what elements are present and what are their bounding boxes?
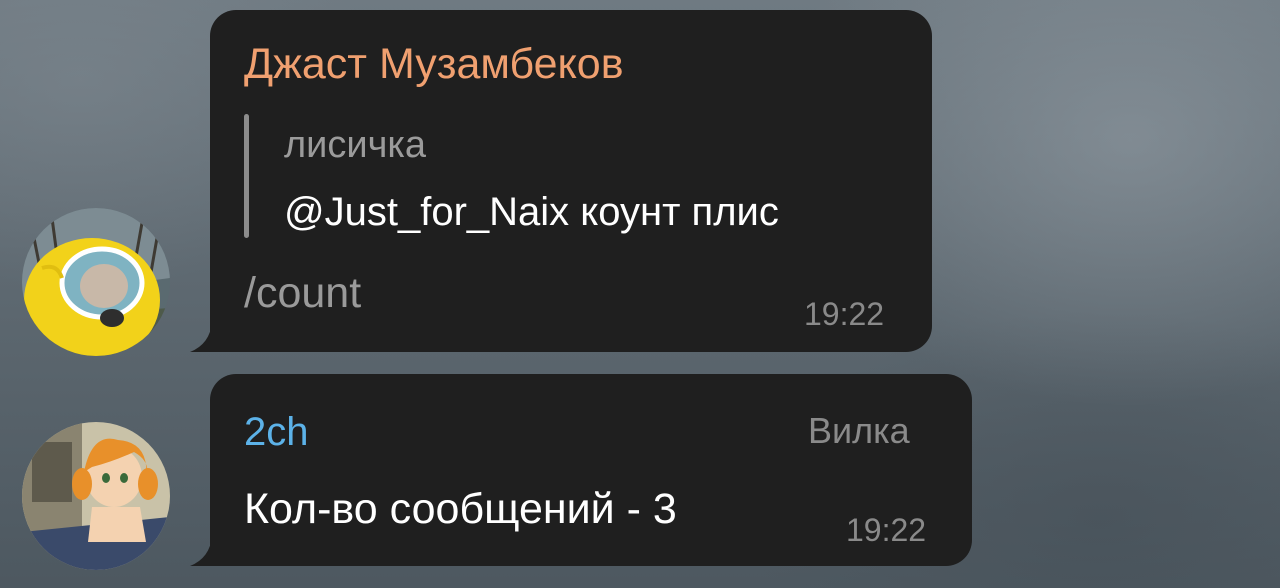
user-avatar[interactable] (22, 422, 170, 570)
sender-name[interactable]: Джаст Музамбеков (244, 43, 624, 86)
message-text: /count (244, 269, 362, 317)
sender-name[interactable]: 2ch (244, 412, 309, 452)
reply-preview[interactable]: лисичка @Just_for_Naix коунт плис (244, 114, 904, 238)
chat-history[interactable]: Джаст Музамбеков лисичка @Just_for_Naix … (0, 0, 1280, 588)
avatar-image (22, 422, 170, 570)
avatar-image (22, 208, 170, 356)
admin-title: Вилка (808, 410, 910, 451)
message-row: 2ch Вилка Кол-во сообщений - 3 19:22 (0, 360, 1280, 588)
user-avatar[interactable] (22, 208, 170, 356)
reply-bar (244, 114, 249, 238)
message-time: 19:22 (846, 512, 927, 548)
reply-text: @Just_for_Naix коунт плис (284, 190, 779, 234)
message-row: Джаст Музамбеков лисичка @Just_for_Naix … (0, 0, 1280, 360)
message-time: 19:22 (804, 296, 885, 332)
reply-author: лисичка (284, 124, 427, 166)
message-text: Кол-во сообщений - 3 (244, 485, 677, 533)
